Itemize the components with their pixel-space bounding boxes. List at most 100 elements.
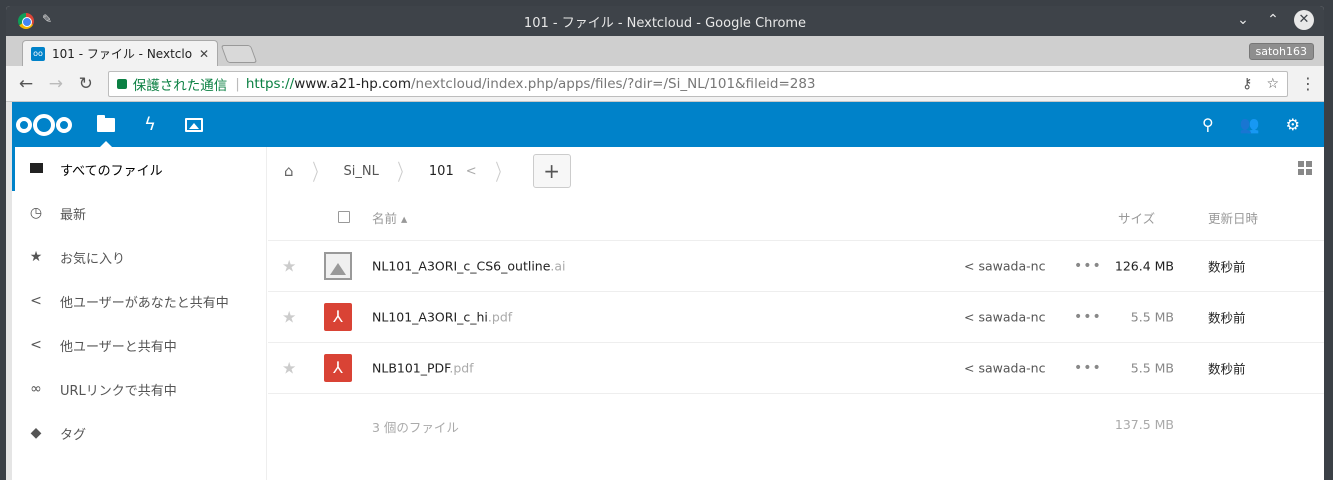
file-size: 5.5 MB <box>1130 360 1174 376</box>
shared-by[interactable]: < sawada-nc <box>964 259 1045 274</box>
share-icon[interactable]: < <box>466 164 477 179</box>
table-row[interactable]: ★ ⅄ NL101_A3ORI_c_hi.pdf < sawada-nc ••• … <box>268 292 1324 343</box>
shared-by[interactable]: < sawada-nc <box>964 361 1045 376</box>
browser-window: ✎ 101 - ファイル - Nextcloud - Google Chrome… <box>6 6 1324 480</box>
sidebar-item-label: すべてのファイル <box>60 163 163 179</box>
shared-by[interactable]: < sawada-nc <box>964 310 1045 325</box>
file-size: 5.5 MB <box>1130 309 1174 325</box>
home-icon[interactable]: ⌂ <box>284 162 294 180</box>
sidebar-item-label: 最新 <box>60 207 87 223</box>
profile-badge[interactable]: satoh163 <box>1248 43 1314 60</box>
table-row[interactable]: ★ NL101_A3ORI_c_CS6_outline.ai < sawada-n… <box>268 241 1324 292</box>
sidebar-item-label: 他ユーザーがあなたと共有中 <box>60 295 229 311</box>
pdf-file-icon: ⅄ <box>324 354 352 382</box>
tab-close-icon[interactable]: ✕ <box>199 47 209 61</box>
bookmark-star-icon[interactable]: ☆ <box>1266 76 1279 92</box>
contacts-icon[interactable]: 👥 <box>1240 115 1260 134</box>
more-actions-icon[interactable]: ••• <box>1074 360 1102 376</box>
column-header-modified[interactable]: 更新日時 <box>1208 208 1258 227</box>
file-name[interactable]: NL101_A3ORI_c_hi.pdf <box>372 310 512 325</box>
close-button[interactable]: ✕ <box>1294 10 1314 30</box>
nextcloud-page: ϟ ⚲ 👥 ⚙ すべてのファイル ◷ 最新 ★ お気に入り < 他ユーザーがあな… <box>12 102 1324 480</box>
reload-icon[interactable]: ↻ <box>74 72 98 96</box>
maximize-button[interactable]: ⌃ <box>1264 12 1282 28</box>
favorite-star-icon[interactable]: ★ <box>282 257 296 276</box>
more-actions-icon[interactable]: ••• <box>1074 258 1102 274</box>
favorite-star-icon[interactable]: ★ <box>282 359 296 378</box>
new-file-button[interactable]: + <box>532 154 571 188</box>
back-arrow-icon[interactable]: ← <box>14 72 38 96</box>
table-row[interactable]: ★ ⅄ NLB101_PDF.pdf < sawada-nc ••• 5.5 MB… <box>268 343 1324 394</box>
sidebar-item-recent[interactable]: ◷ 最新 <box>12 191 266 235</box>
lightning-icon: ϟ <box>144 114 156 135</box>
browser-toolbar: ← → ↻ 保護された通信 | https://www.a21-hp.com/n… <box>6 66 1324 102</box>
sidebar-item-all-files[interactable]: すべてのファイル <box>12 147 266 191</box>
sidebar-item-label: 他ユーザーと共有中 <box>60 339 177 355</box>
share-icon: < <box>30 293 42 309</box>
app-activity[interactable]: ϟ <box>128 102 172 147</box>
image-file-icon <box>324 252 352 280</box>
file-modified: 数秒前 <box>1208 310 1246 326</box>
share-icon: < <box>964 360 975 376</box>
more-actions-icon[interactable]: ••• <box>1074 309 1102 325</box>
grid-view-icon[interactable] <box>1298 161 1312 175</box>
browser-tab[interactable]: oo 101 - ファイル - Nextcloud ✕ <box>22 40 218 66</box>
sidebar-item-label: URLリンクで共有中 <box>60 383 177 399</box>
file-name[interactable]: NLB101_PDF.pdf <box>372 361 474 376</box>
minimize-button[interactable]: ⌄ <box>1234 12 1252 28</box>
star-icon: ★ <box>29 249 43 265</box>
app-navigation: ϟ <box>84 102 216 147</box>
sidebar-item-shared-by-link[interactable]: ∞ URLリンクで共有中 <box>12 367 266 411</box>
address-bar[interactable]: 保護された通信 | https://www.a21-hp.com/nextclo… <box>107 70 1288 97</box>
sidebar-item-label: お気に入り <box>60 251 126 267</box>
link-icon: ∞ <box>30 381 42 397</box>
file-summary: 3 個のファイル 137.5 MB <box>268 394 1324 454</box>
image-icon <box>185 117 203 132</box>
breadcrumb-item[interactable]: Si_NL <box>344 164 379 179</box>
sidebar-item-shared-with-others[interactable]: < 他ユーザーと共有中 <box>12 323 266 367</box>
select-all-checkbox[interactable] <box>338 211 350 223</box>
nextcloud-favicon-icon: oo <box>31 46 45 61</box>
column-header-size[interactable]: サイズ <box>1118 208 1155 227</box>
lock-icon <box>116 78 127 89</box>
app-header: ϟ ⚲ 👥 ⚙ <box>12 102 1324 147</box>
url-host: www.a21-hp.com <box>294 75 411 92</box>
browser-menu-icon[interactable]: ⋮ <box>1300 74 1316 93</box>
key-icon[interactable]: ⚷ <box>1242 76 1252 92</box>
share-icon: < <box>964 258 975 274</box>
table-header: 名前 ▴ サイズ 更新日時 <box>268 195 1324 241</box>
forward-arrow-icon[interactable]: → <box>44 72 68 96</box>
nextcloud-logo-icon[interactable] <box>16 113 72 136</box>
app-files[interactable] <box>84 102 128 147</box>
total-size: 137.5 MB <box>1114 417 1174 432</box>
file-list-area: ⌂ 〉 Si_NL 〉 101 < 〉 + 名前 ▴ サイズ 更新日時 ★ NL… <box>268 147 1324 480</box>
favorite-star-icon[interactable]: ★ <box>282 308 296 327</box>
file-name[interactable]: NL101_A3ORI_c_CS6_outline.ai <box>372 259 566 274</box>
app-gallery[interactable] <box>172 102 216 147</box>
pdf-file-icon: ⅄ <box>324 303 352 331</box>
url-scheme: https:// <box>245 75 295 92</box>
folder-icon <box>97 114 115 132</box>
security-label: 保護された通信 <box>132 77 228 94</box>
sidebar-item-label: タグ <box>60 427 87 443</box>
search-icon[interactable]: ⚲ <box>1202 115 1214 134</box>
clock-icon: ◷ <box>29 205 43 221</box>
file-modified: 数秒前 <box>1208 259 1246 275</box>
sidebar-item-tags[interactable]: ◆ タグ <box>12 411 266 455</box>
settings-icon[interactable]: ⚙ <box>1286 115 1300 134</box>
new-tab-button[interactable] <box>220 45 258 63</box>
column-header-name[interactable]: 名前 ▴ <box>372 208 407 227</box>
share-icon: < <box>964 309 975 325</box>
breadcrumb-current[interactable]: 101 <box>429 164 454 179</box>
file-modified: 数秒前 <box>1208 361 1246 377</box>
title-bar: ✎ 101 - ファイル - Nextcloud - Google Chrome… <box>6 6 1324 36</box>
file-size: 126.4 MB <box>1114 258 1174 274</box>
window-title: 101 - ファイル - Nextcloud - Google Chrome <box>523 15 807 31</box>
tag-icon: ◆ <box>30 425 42 441</box>
sidebar-item-shared-with-you[interactable]: < 他ユーザーがあなたと共有中 <box>12 279 266 323</box>
file-count: 3 個のファイル <box>372 420 459 435</box>
url-path: /nextcloud/index.php/apps/files/?dir=/Si… <box>410 75 816 92</box>
sidebar-item-favorites[interactable]: ★ お気に入り <box>12 235 266 279</box>
folder-icon <box>26 161 46 177</box>
tab-title: 101 - ファイル - Nextcloud <box>52 47 192 61</box>
